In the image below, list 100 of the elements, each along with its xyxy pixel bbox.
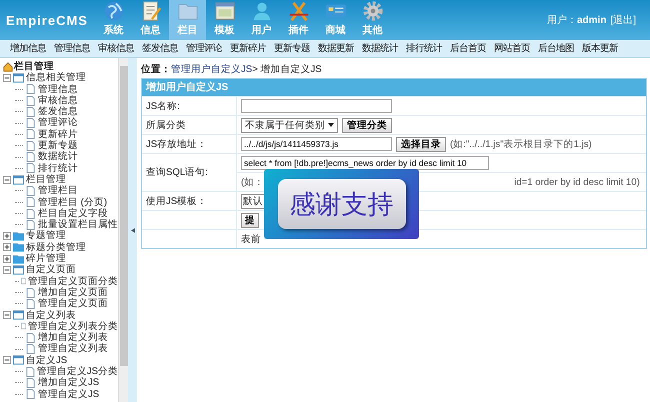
tree-item[interactable]: 增加自定义页面: [38, 286, 108, 298]
form-title: 增加用户自定义JS: [142, 79, 646, 96]
tree-title: 栏目管理: [14, 61, 54, 72]
page-icon: [25, 96, 36, 106]
page-icon: [25, 378, 36, 388]
input-field[interactable]: select * from [!db.pre!]ecms_news order by id desc limit 10: [241, 156, 489, 170]
window-icon: [13, 310, 24, 320]
tree-item[interactable]: 数据统计: [38, 151, 78, 163]
tree-item[interactable]: 管理评论: [38, 117, 78, 129]
hint-text: id=1 order by id desc limit 10): [514, 176, 640, 188]
tree-item[interactable]: 更新专题: [38, 140, 78, 152]
collapse-icon[interactable]: [3, 311, 11, 320]
field-label: 所属分类: [142, 116, 237, 134]
menu-item[interactable]: 签发信息: [142, 42, 178, 55]
collapse-arrow-icon: [130, 228, 134, 232]
menu-item[interactable]: 数据更新: [318, 42, 354, 55]
page-icon: [25, 118, 36, 128]
window-icon: [13, 264, 24, 275]
field-label: JS存放地址：: [142, 135, 237, 153]
tree-item[interactable]: 专题管理: [26, 230, 66, 242]
page-icon: [25, 389, 36, 400]
select-field[interactable]: 默认: [241, 194, 265, 208]
breadcrumb-link[interactable]: 管理用户自定义JS: [171, 64, 252, 75]
folder-icon: [13, 231, 24, 242]
menu-item[interactable]: 更新专题: [274, 42, 310, 55]
page-icon: [24, 366, 35, 377]
tree-item[interactable]: 栏目自定义字段: [38, 208, 108, 220]
collapse-icon[interactable]: [3, 356, 11, 364]
menu-item[interactable]: 管理评论: [186, 42, 222, 55]
menu-item[interactable]: 更新碎片: [230, 42, 266, 55]
menu-item[interactable]: 管理信息: [54, 42, 90, 55]
caret-icon: [328, 123, 334, 127]
expand-icon[interactable]: [3, 254, 11, 263]
select-field[interactable]: 不隶属于任何类别: [241, 118, 338, 132]
menu-item[interactable]: 数据统计: [362, 42, 398, 55]
window-icon: [13, 174, 24, 185]
tree-item[interactable]: 栏目管理: [26, 174, 66, 186]
menu-item[interactable]: 后台地图: [538, 42, 574, 55]
menu-item[interactable]: 增加信息: [10, 42, 46, 55]
tree-item[interactable]: 管理栏目 (分页): [38, 196, 108, 208]
tree-item[interactable]: 管理自定义页面: [38, 298, 108, 310]
thanks-text: 感谢支持: [278, 179, 406, 229]
tree-item[interactable]: 增加自定义JS: [38, 377, 100, 389]
collapse-icon[interactable]: [3, 176, 11, 184]
folder-icon: [13, 254, 24, 264]
page-icon: [25, 84, 36, 94]
collapse-icon[interactable]: [3, 266, 11, 274]
tree-item[interactable]: 管理信息: [38, 84, 78, 95]
tree-item[interactable]: 管理自定义列表分类: [28, 320, 118, 332]
tree-item[interactable]: 管理自定义列表: [38, 343, 108, 355]
tree-item[interactable]: 标题分类管理: [26, 242, 86, 254]
menu-item[interactable]: 排行统计: [406, 42, 442, 55]
logo: EmpireCMS: [5, 12, 89, 30]
page-icon: [25, 197, 36, 208]
field-label: 使用JS模板：: [142, 192, 237, 210]
tree-item[interactable]: 管理栏目: [38, 185, 78, 197]
tree-item[interactable]: 碎片管理: [26, 253, 66, 264]
menu-item[interactable]: 后台首页: [450, 42, 486, 55]
tree-item[interactable]: 管理自定义JS: [38, 388, 100, 400]
window-icon: [13, 72, 24, 83]
tools-icon: [288, 0, 310, 22]
expand-icon[interactable]: [3, 243, 11, 252]
input-field[interactable]: ../../d/js/js/1411459373.js: [241, 137, 392, 151]
manage-category-button[interactable]: 管理分类: [342, 118, 392, 132]
tree-item[interactable]: 签发信息: [38, 106, 78, 118]
tree-item[interactable]: 排行统计: [38, 162, 78, 174]
page-icon: [25, 298, 36, 309]
input-field[interactable]: [241, 99, 392, 113]
choose-directory-button[interactable]: 选择目录: [396, 136, 446, 152]
house-icon: [3, 62, 13, 72]
tree-item[interactable]: 增加自定义列表: [38, 332, 108, 344]
scrollbar[interactable]: [118, 58, 128, 402]
tree-item[interactable]: 自定义列表: [26, 310, 76, 321]
gear-icon: [362, 0, 384, 22]
tree-item[interactable]: 更新碎片: [38, 128, 78, 140]
tree-item[interactable]: 信息相关管理: [26, 72, 86, 84]
folder-icon: [13, 242, 24, 252]
tree-item[interactable]: 自定义JS: [26, 354, 68, 366]
tree-item[interactable]: 批量设置栏目属性: [38, 219, 118, 230]
expand-icon[interactable]: [3, 232, 11, 240]
user-name: admin: [576, 15, 606, 26]
tree-item[interactable]: 自定义页面: [26, 264, 76, 276]
window-icon: [214, 0, 236, 22]
page-icon: [25, 163, 36, 174]
menu-item[interactable]: 审核信息: [98, 42, 134, 55]
field-label: JS名称:: [142, 97, 237, 115]
menu-item[interactable]: 版本更新: [582, 42, 618, 55]
field-label: 查询SQL语句:: [142, 154, 237, 191]
tree-item[interactable]: 审核信息: [38, 94, 78, 106]
collapse-icon[interactable]: [3, 74, 11, 82]
hint-text: (如:"../../1.js"表示根目录下的1.js): [450, 138, 592, 150]
tree-item[interactable]: 管理自定义页面分类: [28, 276, 118, 287]
page-icon: [25, 344, 36, 354]
page-icon: [25, 140, 36, 151]
tree-item[interactable]: 管理自定义JS分类: [36, 366, 118, 378]
menu-item[interactable]: 网站首页: [494, 42, 530, 55]
user-label: 用户：: [546, 15, 577, 26]
page-icon: [25, 208, 36, 218]
page-icon: [25, 106, 36, 117]
submit-button[interactable]: 提: [241, 212, 259, 228]
